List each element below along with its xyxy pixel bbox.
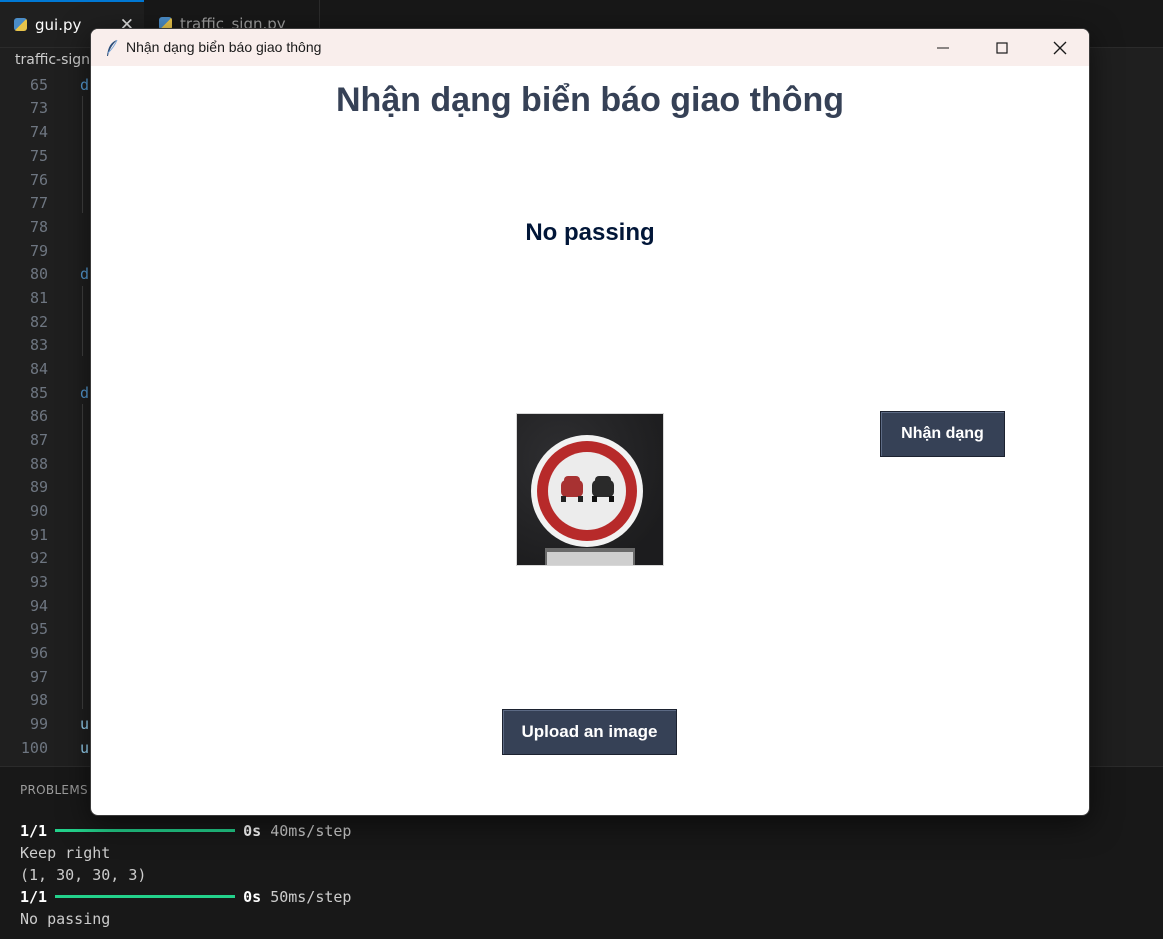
line-number: 83: [29, 336, 48, 354]
line-number: 74: [29, 123, 48, 141]
prediction-label: No passing: [525, 219, 655, 246]
step-count: 1/1: [20, 888, 48, 906]
breadcrumb[interactable]: traffic-sign: [15, 52, 90, 68]
line-number: 80: [29, 265, 48, 283]
code-line-99[interactable]: u: [80, 715, 89, 733]
terminal-line: Keep right: [20, 844, 111, 862]
line-number: 81: [29, 289, 48, 307]
close-icon: [1053, 41, 1067, 54]
line-number: 96: [29, 644, 48, 662]
line-number: 89: [29, 478, 48, 496]
line-number: 97: [29, 668, 48, 686]
line-number: 100: [20, 739, 48, 757]
terminal-line: (1, 30, 30, 3): [20, 866, 147, 884]
no-passing-sign-icon: [517, 414, 663, 565]
code-line-80[interactable]: d: [80, 265, 89, 283]
progress-bar: [55, 828, 236, 832]
line-number: 90: [29, 502, 48, 520]
elapsed-time: 0s: [243, 822, 262, 840]
indent-guide: [82, 404, 83, 709]
upload-image-button[interactable]: Upload an image: [502, 709, 677, 755]
window-title: Nhận dạng biển báo giao thông: [126, 39, 322, 55]
classify-button[interactable]: Nhận dạng: [880, 411, 1005, 457]
elapsed-time: 0s: [243, 888, 262, 906]
feather-icon: [107, 39, 118, 56]
line-number: 77: [29, 194, 48, 212]
terminal-line: 1/1 0s 50ms/step: [20, 888, 351, 906]
progress-bar: [55, 894, 236, 898]
tab-problems[interactable]: PROBLEMS: [20, 783, 88, 797]
tab-label: gui.py: [35, 15, 82, 34]
code-line-100[interactable]: u: [80, 739, 89, 757]
indent-guide: [82, 96, 83, 213]
page-title: Nhận dạng biển báo giao thông: [335, 81, 845, 119]
line-number: 87: [29, 431, 48, 449]
minimize-icon: [937, 47, 949, 48]
step-rate: 50ms/step: [270, 888, 352, 906]
window-titlebar[interactable]: Nhận dạng biển báo giao thông: [91, 29, 1089, 66]
line-number: 86: [29, 407, 48, 425]
indent-guide: [82, 286, 83, 356]
line-number: 65: [29, 76, 48, 94]
maximize-button[interactable]: [979, 29, 1025, 66]
app-window: Nhận dạng biển báo giao thông Nhận dạng …: [90, 28, 1090, 816]
uploaded-image: [516, 413, 664, 566]
line-number: 84: [29, 360, 48, 378]
line-number: 82: [29, 313, 48, 331]
terminal-line: No passing: [20, 910, 111, 928]
line-number: 79: [29, 242, 48, 260]
line-number: 99: [29, 715, 48, 733]
line-number: 95: [29, 620, 48, 638]
line-number: 78: [29, 218, 48, 236]
line-number: 93: [29, 573, 48, 591]
line-number: 76: [29, 171, 48, 189]
step-rate: 40ms/step: [270, 822, 352, 840]
python-file-icon: [14, 18, 27, 31]
step-count: 1/1: [20, 822, 48, 840]
close-button[interactable]: [1037, 29, 1083, 66]
code-line-85[interactable]: d: [80, 384, 89, 402]
line-number: 85: [29, 384, 48, 402]
code-line-65[interactable]: d: [80, 76, 89, 94]
line-number: 92: [29, 549, 48, 567]
line-number: 98: [29, 691, 48, 709]
line-number: 91: [29, 526, 48, 544]
line-number: 73: [29, 99, 48, 117]
terminal-line: 1/1 0s 40ms/step: [20, 822, 351, 840]
line-number: 75: [29, 147, 48, 165]
line-number: 94: [29, 597, 48, 615]
minimize-button[interactable]: [920, 29, 966, 66]
line-number: 88: [29, 455, 48, 473]
maximize-icon: [996, 41, 1008, 54]
